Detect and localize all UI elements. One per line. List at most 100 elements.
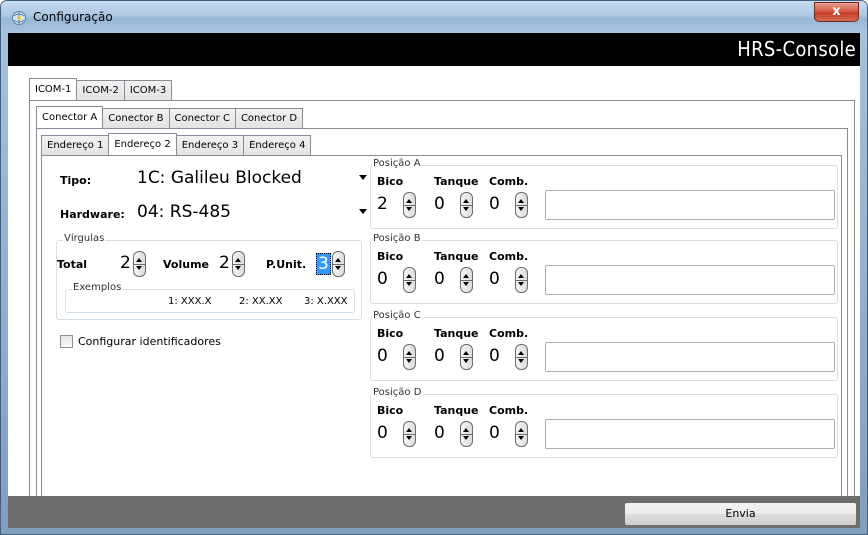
spinner-arrows-icon[interactable]: [133, 251, 146, 277]
total-value: 2: [120, 253, 131, 273]
punit-spinner[interactable]: 3: [316, 251, 350, 279]
comb-spinner-value: 0: [489, 194, 500, 214]
spinner-arrows-icon[interactable]: [403, 267, 416, 293]
posicao-caption: Posição B: [372, 233, 422, 244]
chevron-down-icon: [359, 209, 367, 214]
exemplo-2: 2: XX.XX: [239, 296, 283, 307]
tanque-label: Tanque: [434, 250, 479, 263]
comb-spinner[interactable]: 0: [489, 421, 533, 449]
tipo-select[interactable]: 1C: Galileu Blocked: [137, 168, 367, 192]
brand-logo: HRS-Console: [737, 37, 856, 61]
comb-label: Comb.: [489, 404, 529, 417]
comb-spinner-value: 0: [489, 346, 500, 366]
comb-spinner-value: 0: [489, 423, 500, 443]
bico-label: Bico: [377, 404, 404, 417]
endereco-tab-1[interactable]: Endereço 1: [41, 135, 110, 155]
posicao-caption: Posição D: [372, 387, 423, 398]
posicao-group: Posição B Bico Tanque Comb. 0 0 0: [370, 233, 838, 304]
bico-spinner[interactable]: 2: [377, 192, 421, 220]
spinner-arrows-icon[interactable]: [515, 192, 528, 218]
configurar-checkbox[interactable]: [60, 335, 73, 348]
tanque-label: Tanque: [434, 175, 479, 188]
endereco-tab-3[interactable]: Endereço 3: [175, 135, 245, 155]
spinner-arrows-icon[interactable]: [460, 344, 473, 370]
bico-label: Bico: [377, 327, 404, 340]
bottom-bar: Envia: [8, 496, 860, 528]
posicao-caption: Posição A: [372, 158, 422, 169]
title-bar[interactable]: Configuração x: [1, 1, 867, 33]
comb-spinner-value: 0: [489, 269, 500, 289]
conector-tab-3[interactable]: Conector C: [168, 108, 236, 128]
tanque-spinner[interactable]: 0: [434, 421, 478, 449]
spinner-arrows-icon[interactable]: [403, 192, 416, 218]
main-area: ICOM-1 ICOM-2 ICOM-3 Conector A Conector BC…: [8, 66, 860, 524]
bico-label: Bico: [377, 175, 404, 188]
comb-label: Comb.: [489, 327, 529, 340]
app-window: Configuração x HRS-Console ICOM-1 ICOM-2 I…: [0, 0, 868, 535]
posicao-group: Posição A Bico Tanque Comb. 2 0 0: [370, 158, 838, 229]
tanque-spinner-value: 0: [434, 269, 445, 289]
posicao-text-field[interactable]: [545, 190, 835, 220]
tipo-value: 1C: Galileu Blocked: [137, 168, 302, 188]
total-spinner[interactable]: 2: [120, 251, 152, 279]
tanque-spinner-value: 0: [434, 346, 445, 366]
conector-tab-4[interactable]: Conector D: [234, 108, 304, 128]
comb-label: Comb.: [489, 250, 529, 263]
endereco-tab-2[interactable]: Endereço 2: [108, 133, 177, 155]
envia-button[interactable]: Envia: [624, 502, 857, 526]
bico-spinner[interactable]: 0: [377, 421, 421, 449]
endereco-tab-4[interactable]: Endereço 4: [243, 135, 312, 155]
punit-label: P.Unit.: [266, 258, 307, 271]
configurar-label[interactable]: Configurar identificadores: [78, 335, 221, 348]
bico-spinner-value: 0: [377, 269, 388, 289]
bico-spinner-value: 2: [377, 194, 388, 214]
bico-spinner[interactable]: 0: [377, 344, 421, 372]
icom-tab-2[interactable]: ICOM-2: [76, 80, 125, 100]
posicao-group: Posição D Bico Tanque Comb. 0 0 0: [370, 387, 838, 458]
icom-tab-3[interactable]: ICOM-3: [123, 80, 173, 100]
spinner-arrows-icon[interactable]: [515, 267, 528, 293]
spinner-arrows-icon[interactable]: [232, 251, 245, 277]
client-area: HRS-Console ICOM-1 ICOM-2 ICOM-3 Conector …: [8, 33, 860, 528]
hardware-value: 04: RS-485: [137, 202, 231, 222]
tanque-spinner[interactable]: 0: [434, 192, 478, 220]
comb-spinner[interactable]: 0: [489, 192, 533, 220]
tanque-spinner[interactable]: 0: [434, 344, 478, 372]
exemplos-group: Exemplos 1: XXX.X 2: XX.XX 3: X.XXX: [65, 282, 355, 313]
volume-value: 2: [219, 253, 230, 273]
posicao-text-field[interactable]: [545, 419, 835, 449]
virgulas-group: Vírgulas Total 2 Volume 2 P.Unit. 3 Exem…: [56, 233, 362, 320]
spinner-arrows-icon[interactable]: [403, 344, 416, 370]
banner: HRS-Console: [8, 33, 860, 66]
hardware-select[interactable]: 04: RS-485: [137, 202, 367, 226]
spinner-arrows-icon[interactable]: [460, 267, 473, 293]
app-icon: [12, 11, 26, 25]
spinner-arrows-icon[interactable]: [460, 421, 473, 447]
conector-tab-1[interactable]: Conector A: [36, 106, 104, 128]
icom-tab-1[interactable]: ICOM-1: [29, 78, 78, 100]
spinner-arrows-icon[interactable]: [460, 192, 473, 218]
tanque-spinner[interactable]: 0: [434, 267, 478, 295]
exemplo-3: 3: X.XXX: [304, 296, 348, 307]
comb-spinner[interactable]: 0: [489, 267, 533, 295]
virgulas-caption: Vírgulas: [63, 233, 106, 244]
spinner-arrows-icon[interactable]: [515, 421, 528, 447]
close-button[interactable]: x: [814, 2, 859, 22]
spinner-arrows-icon[interactable]: [403, 421, 416, 447]
posicao-caption: Posição C: [372, 310, 422, 321]
tipo-label: Tipo:: [60, 174, 92, 187]
comb-spinner[interactable]: 0: [489, 344, 533, 372]
tanque-label: Tanque: [434, 327, 479, 340]
volume-label: Volume: [163, 258, 209, 271]
bico-spinner[interactable]: 0: [377, 267, 421, 295]
posicao-text-field[interactable]: [545, 265, 835, 295]
endereco-panel: Tipo: 1C: Galileu Blocked Hardware: 04: …: [41, 155, 842, 510]
spinner-arrows-icon[interactable]: [515, 344, 528, 370]
volume-spinner[interactable]: 2: [219, 251, 251, 279]
conector-tab-2[interactable]: Conector B: [102, 108, 170, 128]
bico-spinner-value: 0: [377, 423, 388, 443]
exemplos-caption: Exemplos: [72, 282, 123, 293]
total-label: Total: [57, 258, 88, 271]
posicao-text-field[interactable]: [545, 342, 835, 372]
spinner-arrows-icon[interactable]: [332, 251, 345, 277]
